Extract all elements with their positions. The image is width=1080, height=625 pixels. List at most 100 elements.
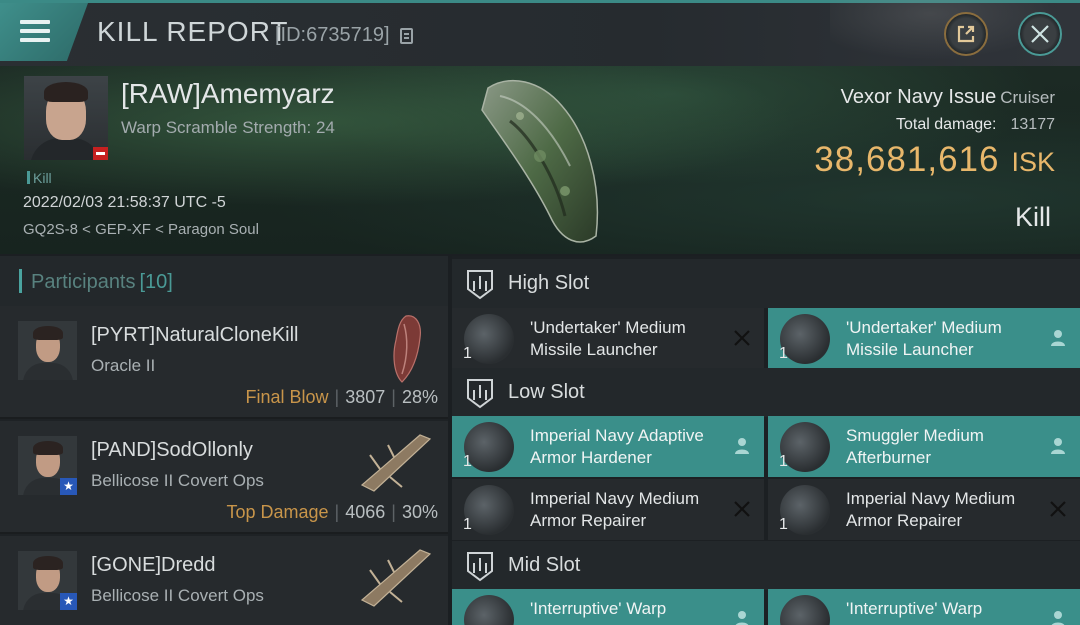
participant-name: [GONE]Dredd <box>91 554 216 576</box>
module-name: Imperial Navy Medium Armor Repairer <box>530 489 700 530</box>
participant-stats: Top Damage | 4066 | 30% <box>226 502 438 523</box>
share-icon <box>957 25 975 43</box>
participants-count: [10] <box>139 271 173 293</box>
kill-id: [ID:6735719] <box>275 24 390 46</box>
x-icon <box>734 330 750 346</box>
copy-icon[interactable] <box>400 28 413 44</box>
total-damage-label: Total damage: <box>895 116 997 133</box>
module-item[interactable]: 1 'Interruptive' Warp <box>452 589 764 625</box>
module-name: Smuggler Medium Afterburner <box>846 426 984 467</box>
total-damage: Total damage: 13177 <box>896 116 1055 134</box>
participant-row[interactable]: [PYRT]NaturalCloneKill Oracle II Final B… <box>0 306 448 419</box>
participant-role: Top Damage <box>226 502 329 522</box>
participant-role: Final Blow <box>245 387 329 407</box>
module-item[interactable]: 1 Imperial Navy Medium Armor Repairer <box>452 479 764 540</box>
person-icon <box>735 438 749 454</box>
stat-divider: | <box>334 502 340 522</box>
module-name: Imperial Navy Adaptive Armor Hardener <box>530 426 704 467</box>
stat-divider: | <box>334 387 340 407</box>
participants-title: Participants <box>31 271 136 293</box>
participant-portrait[interactable]: ★ <box>18 551 77 610</box>
portrait-body <box>23 363 73 380</box>
total-damage-value: 13177 <box>1010 116 1056 133</box>
participant-ship-image <box>360 434 432 492</box>
module-quantity: 1 <box>463 453 472 470</box>
page-title: KILL REPORT <box>97 16 289 47</box>
header-accent-bar <box>19 269 22 293</box>
menu-icon-bar <box>20 38 50 42</box>
participant-ship: Bellicose II Covert Ops <box>91 586 264 605</box>
warp-disruptor-icon <box>464 595 514 625</box>
x-icon <box>734 501 750 517</box>
share-button[interactable] <box>944 12 988 56</box>
portrait-hair <box>33 441 63 455</box>
module-item[interactable]: 1 'Interruptive' Warp <box>768 589 1080 625</box>
module-item[interactable]: 1 Imperial Navy Medium Armor Repairer <box>768 479 1080 540</box>
result-label: Kill <box>1014 202 1051 232</box>
module-name: 'Undertaker' Medium Missile Launcher <box>530 318 686 359</box>
isk-value: 38,681,616 <box>814 140 1000 179</box>
portrait-body <box>30 138 102 160</box>
person-icon <box>1051 438 1065 454</box>
participants-header[interactable]: Participants [10] <box>0 256 448 306</box>
isk-unit: ISK <box>1011 147 1055 177</box>
top-bar: KILL REPORT [ID:6735719] <box>0 0 1080 68</box>
participant-row[interactable]: ★ [PAND]SodOllonly Bellicose II Covert O… <box>0 421 448 534</box>
ship-line: Vexor Navy Issue Cruiser <box>841 86 1055 109</box>
ship-name[interactable]: Vexor Navy Issue <box>841 86 997 108</box>
portrait-hair <box>44 82 88 102</box>
isk-line: 38,681,616 ISK <box>814 140 1055 180</box>
module-item[interactable]: 1 'Undertaker' Medium Missile Launcher <box>768 308 1080 369</box>
warp-disruptor-icon <box>780 595 830 625</box>
ship-class: Cruiser <box>1000 88 1055 107</box>
module-name: 'Interruptive' Warp <box>530 599 667 618</box>
participant-percent: 30% <box>401 502 438 522</box>
module-name: 'Undertaker' Medium Missile Launcher <box>846 318 1002 359</box>
victim-name[interactable]: [RAW]Amemyarz <box>121 78 335 110</box>
stat-divider: | <box>391 502 396 522</box>
participants-panel: Participants [10] [PYRT]NaturalCloneKill … <box>0 256 448 625</box>
kill-location[interactable]: GQ2S-8 < GEP-XF < Paragon Soul <box>23 221 259 238</box>
kill-tag: Kill <box>27 170 52 186</box>
portrait-hair <box>33 556 63 570</box>
fitting-panel: High Slot 1 'Undertaker' Medium Missile … <box>452 256 1080 625</box>
participants-title-line: Participants [10] <box>31 271 173 294</box>
mid-slot-header: Mid Slot <box>452 541 1080 590</box>
participant-name: [PAND]SodOllonly <box>91 439 253 461</box>
module-quantity: 1 <box>463 345 472 362</box>
module-quantity: 1 <box>779 345 788 362</box>
module-quantity: 1 <box>463 516 472 533</box>
slot-icon <box>467 552 493 582</box>
participant-portrait[interactable]: ★ <box>18 436 77 495</box>
x-icon <box>1050 501 1066 517</box>
module-item[interactable]: 1 Imperial Navy Adaptive Armor Hardener <box>452 416 764 477</box>
victim-ship-image[interactable] <box>470 66 620 252</box>
star-icon: ★ <box>60 478 77 495</box>
kill-date: 2022/02/03 21:58:37 UTC -5 <box>23 194 226 211</box>
menu-icon-bar <box>20 29 50 33</box>
participant-row[interactable]: ★ [GONE]Dredd Bellicose II Covert Ops <box>0 536 448 625</box>
participant-name: [PYRT]NaturalCloneKill <box>91 324 299 346</box>
close-button[interactable] <box>1018 12 1062 56</box>
person-icon <box>1051 611 1065 625</box>
module-item[interactable]: 1 Smuggler Medium Afterburner <box>768 416 1080 477</box>
person-icon <box>1051 330 1065 346</box>
participant-damage: 4066 <box>345 502 386 522</box>
module-quantity: 1 <box>779 453 788 470</box>
low-slot-title: Low Slot <box>508 381 585 403</box>
portrait-hair <box>33 326 63 340</box>
participant-ship-image <box>393 315 421 383</box>
stat-divider: | <box>391 387 396 407</box>
participant-ship-image <box>360 549 432 607</box>
high-slot-title: High Slot <box>508 272 590 294</box>
victim-summary: [RAW]Amemyarz Warp Scramble Strength: 24… <box>0 66 1080 254</box>
close-icon <box>1031 25 1049 43</box>
menu-button[interactable] <box>0 3 88 61</box>
participant-portrait[interactable] <box>18 321 77 380</box>
module-quantity: 1 <box>779 516 788 533</box>
standing-badge <box>93 147 108 160</box>
person-icon <box>735 611 749 625</box>
participant-percent: 28% <box>401 387 438 407</box>
module-item[interactable]: 1 'Undertaker' Medium Missile Launcher <box>452 308 764 369</box>
participant-ship: Bellicose II Covert Ops <box>91 471 264 490</box>
